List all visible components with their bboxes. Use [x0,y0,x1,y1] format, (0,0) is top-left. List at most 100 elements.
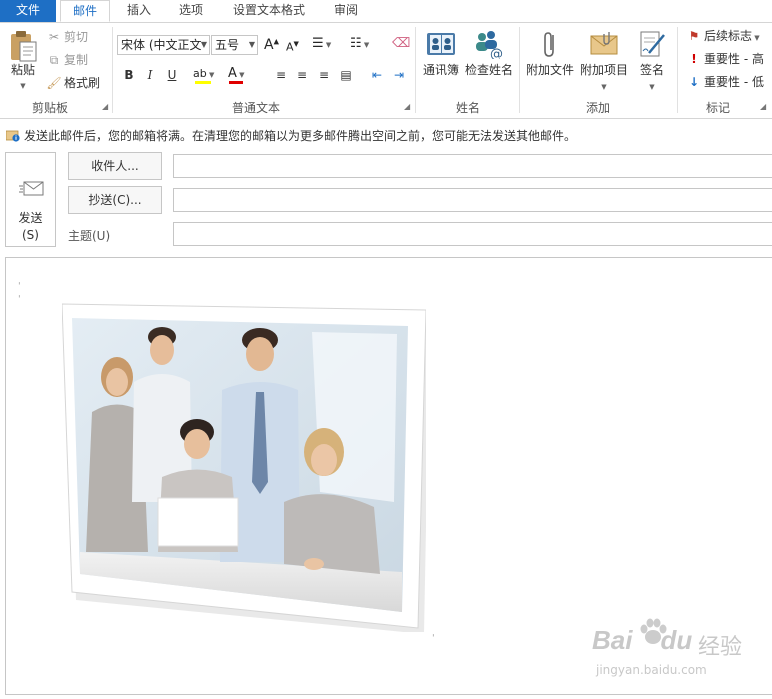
cut-button[interactable]: ✂ 剪切 [46,27,88,47]
bullets-icon: ☰ [312,36,324,51]
font-name-value: 宋体 (中文正文 [121,38,202,52]
watermark-brand-1: Bai [592,625,633,655]
tab-format-text[interactable]: 设置文本格式 [222,0,316,22]
paragraph-mark: ˌ [432,628,435,638]
paste-dropdown-icon[interactable]: ▼ [20,82,25,90]
signature-icon [640,31,665,57]
group-divider [112,27,113,113]
clear-formatting-button[interactable]: ⌫ [392,36,410,51]
send-envelope-icon [19,181,44,196]
font-name-combo[interactable]: 宋体 (中文正文 ▼ [117,35,210,55]
cc-button[interactable]: 抄送(C)... [68,186,162,214]
follow-up-button[interactable]: ⚑ 后续标志 ▼ [686,26,760,46]
eraser-icon: ⌫ [392,36,411,51]
decrease-indent-button[interactable]: ⇤ [368,66,386,84]
chevron-down-icon: ▼ [206,71,215,79]
signature-button[interactable]: 签名 ▼ [634,29,670,92]
send-label: 发送 (S) [6,210,55,244]
chevron-down-icon: ▼ [601,83,607,91]
paragraph-mark: ˌ [18,289,21,299]
group-divider [519,27,520,113]
low-importance-label: 重要性 - 低 [704,75,764,89]
font-color-button[interactable]: A ▼ [228,66,260,84]
paperclip-icon [544,32,554,57]
align-right-button[interactable]: ≡ [315,66,333,84]
basic-text-launcher-icon[interactable]: ◢ [404,103,412,111]
tab-mail[interactable]: 邮件 [60,0,110,22]
font-color-swatch [229,81,243,84]
watermark-url: jingyan.baidu.com [596,663,707,677]
format-painter-icon: 🖌 [46,76,62,90]
send-button[interactable]: 发送 (S) [5,152,56,247]
group-divider [415,27,416,113]
paste-label: 粘贴 [10,63,35,77]
scissors-icon: ✂ [48,30,60,44]
include-group-label: 添加 [585,101,610,115]
numbering-button[interactable]: ☷ ▼ [350,36,369,51]
check-names-button[interactable]: @ 检查姓名 [463,29,515,78]
grow-font-button[interactable]: A▲ [264,37,279,53]
highlight-button[interactable]: ab ▼ [193,66,223,84]
envelope-icon [590,32,618,55]
tab-file[interactable]: 文件 [0,0,56,22]
format-painter-label: 格式刷 [64,76,101,90]
watermark-jingyan: 经验 [698,635,743,660]
clipboard-group-label: 剪贴板 [31,101,68,115]
attach-file-button[interactable]: 附加文件 [524,29,576,78]
to-field[interactable] [173,154,772,178]
check-names-label: 检查姓名 [464,63,513,77]
check-names-icon: @ [476,31,503,59]
underline-button[interactable]: U [163,66,181,84]
copy-label: 复制 [64,53,89,67]
tab-options[interactable]: 选项 [168,0,214,22]
italic-button[interactable]: I [141,66,159,84]
cc-field[interactable] [173,188,772,212]
ribbon-tab-bar: 文件 邮件 插入 选项 设置文本格式 审阅 [0,0,772,23]
chevron-down-icon: ▼ [323,41,332,49]
to-button[interactable]: 收件人... [68,152,162,180]
mailbox-full-info-bar: 发送此邮件后，您的邮箱将满。在清理您的邮箱以为更多邮件腾出空间之前，您可能无法发… [0,125,772,147]
address-book-label: 通讯簿 [422,63,459,77]
svg-text:@: @ [490,47,503,59]
highlight-color-swatch [195,81,211,84]
highlighter-icon: ab [193,67,207,80]
inserted-photo[interactable] [62,302,426,632]
tags-launcher-icon[interactable]: ◢ [760,103,768,111]
address-book-icon [427,33,455,55]
attach-item-label: 附加项目 [579,63,628,77]
chevron-down-icon: ▼ [200,40,207,49]
basic-text-group-label: 普通文本 [231,101,280,115]
format-painter-button[interactable]: 🖌 格式刷 [46,73,100,93]
low-importance-button[interactable]: ↓ 重要性 - 低 [686,72,764,92]
align-center-button[interactable]: ≡ [293,66,311,84]
address-book-button[interactable]: 通讯簿 [420,29,462,78]
follow-up-label: 后续标志 [704,29,753,43]
justify-button[interactable]: ▤ [337,66,355,84]
font-size-value: 五号 [215,38,240,52]
clipboard-launcher-icon[interactable]: ◢ [102,103,110,111]
increase-indent-button[interactable]: ⇥ [390,66,408,84]
tab-insert[interactable]: 插入 [116,0,162,22]
ribbon: 粘贴 ▼ ✂ 剪切 ⧉ 复制 🖌 格式刷 剪贴板 ◢ 宋体 (中文正文 ▼ 五号 ▼ … [0,23,772,119]
high-importance-button[interactable]: ! 重要性 - 高 [686,49,764,69]
info-icon [6,130,20,142]
tab-review[interactable]: 审阅 [322,0,370,22]
attach-file-label: 附加文件 [525,63,574,77]
copy-button[interactable]: ⧉ 复制 [46,50,88,70]
font-color-icon: A [228,66,237,81]
exclamation-icon: ! [691,52,697,66]
subject-field[interactable] [173,222,772,246]
tags-group-label: 标记 [705,101,730,115]
paste-button[interactable]: 粘贴 ▼ [4,29,42,91]
names-group-label: 姓名 [455,101,480,115]
bullets-button[interactable]: ☰ ▼ [312,36,331,51]
align-left-button[interactable]: ≡ [272,66,290,84]
shrink-font-button[interactable]: A▼ [286,40,299,54]
chevron-down-icon: ▼ [248,40,255,49]
attach-item-button[interactable]: 附加项目 ▼ [578,29,630,92]
paste-icon [11,31,37,62]
bold-button[interactable]: B [120,66,138,84]
signature-label: 签名 [639,63,664,77]
font-size-combo[interactable]: 五号 ▼ [211,35,258,55]
baidu-jingyan-watermark: Bai du 经验 jingyan.baidu.com [590,615,770,685]
